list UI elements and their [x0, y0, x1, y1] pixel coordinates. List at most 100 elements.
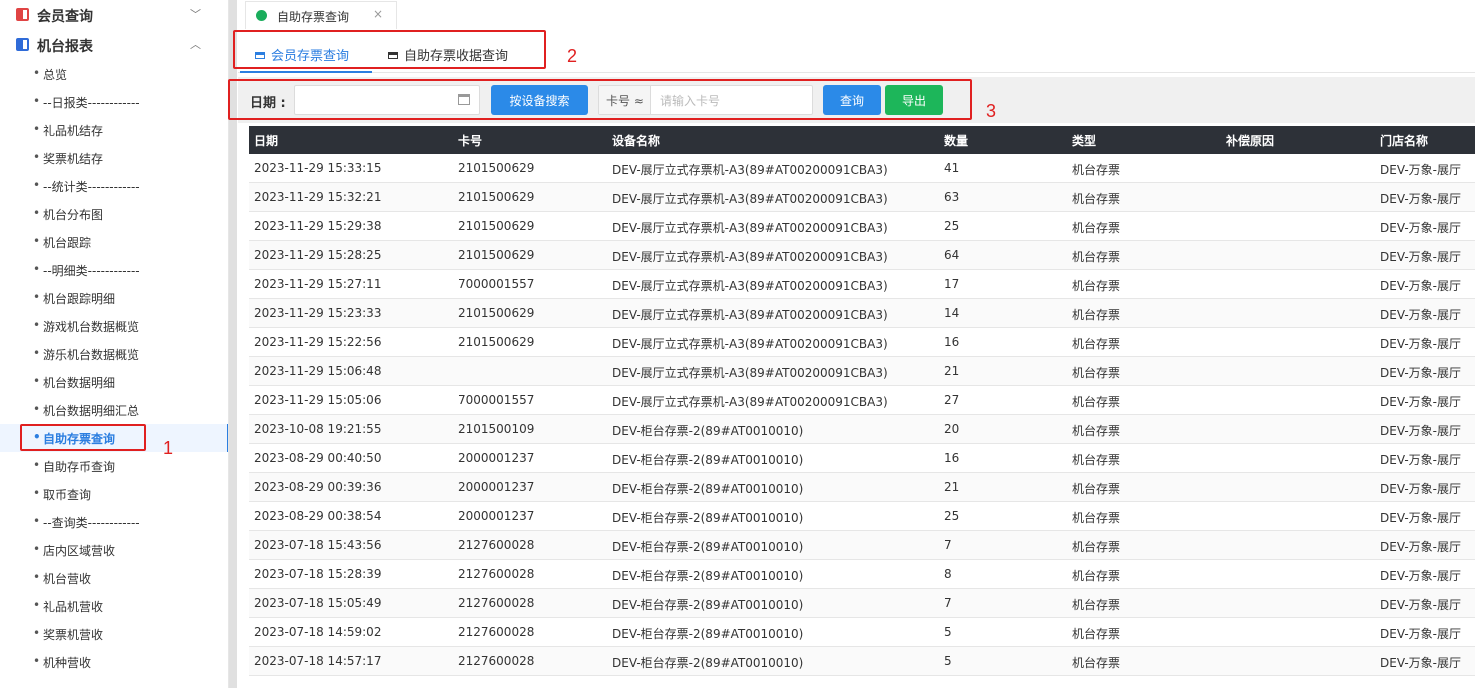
cell-card: 2101500629 — [458, 306, 535, 320]
sidebar-item[interactable]: • 礼品机结存 — [0, 116, 228, 144]
sidebar-item[interactable]: • 总览 — [0, 60, 228, 88]
column-header-device[interactable]: 设备名称 — [612, 132, 660, 149]
column-header-date[interactable]: 日期 — [254, 132, 278, 149]
tab-self-ticket-query[interactable]: 自助存票查询 × — [245, 1, 397, 29]
sidebar-item[interactable]: • 机台分布图 — [0, 200, 228, 228]
sidebar-item-label: 游乐机台数据概览 — [43, 348, 140, 362]
cell-type: 机台存票 — [1072, 453, 1121, 467]
sidebar-item[interactable]: • 奖票机结存 — [0, 144, 228, 172]
cell-quantity: 17 — [944, 277, 960, 291]
sidebar-group-machine-report[interactable]: 机台报表 ︿ — [0, 30, 228, 60]
table-row[interactable]: 2023-08-29 00:40:50 2000001237 DEV-柜台存票-2(… — [249, 444, 1475, 473]
table-row[interactable]: 2023-11-29 15:27:11 7000001557 DEV-展厅立式存票机… — [249, 270, 1475, 299]
sidebar-item[interactable]: • 机台跟踪明细 — [0, 284, 228, 312]
sidebar-item[interactable]: • --查询类------------ — [0, 508, 228, 536]
table-row[interactable]: 2023-11-29 15:05:06 7000001557 DEV-展厅立式存票机… — [249, 386, 1475, 415]
sidebar-item[interactable]: • --明细类------------ — [0, 256, 228, 284]
column-header-type[interactable]: 类型 — [1072, 132, 1096, 149]
sidebar-item[interactable]: • 礼品机营收 — [0, 592, 228, 620]
table-row[interactable]: 2023-11-29 15:32:21 2101500629 DEV-展厅立式存票机… — [249, 183, 1475, 212]
bullet-icon: • — [33, 234, 41, 248]
sidebar-item-label: 总览 — [43, 68, 68, 82]
cell-type: 机台存票 — [1072, 395, 1121, 409]
cell-date: 2023-11-29 15:29:38 — [254, 219, 382, 233]
cell-device: DEV-柜台存票-2(89#AT0010010) — [612, 627, 804, 641]
bullet-icon: • — [33, 486, 41, 500]
table-row[interactable]: 2023-07-18 15:43:56 2127600028 DEV-柜台存票-2(… — [249, 531, 1475, 560]
table-row[interactable]: 2023-10-08 19:21:55 2101500109 DEV-柜台存票-2(… — [249, 415, 1475, 444]
sidebar: 会员查询 ﹀ 机台报表 ︿ • 总览 • --日报类------------ • 礼品机结… — [0, 0, 229, 688]
column-header-store[interactable]: 门店名称 — [1380, 132, 1428, 149]
cell-device: DEV-柜台存票-2(89#AT0010010) — [612, 511, 804, 525]
table-row[interactable]: 2023-07-18 14:59:02 2127600028 DEV-柜台存票-2(… — [249, 618, 1475, 647]
table-row[interactable]: 2023-11-29 15:33:15 2101500629 DEV-展厅立式存票机… — [249, 154, 1475, 183]
sidebar-item[interactable]: • --统计类------------ — [0, 172, 228, 200]
cell-store: DEV-万象-展厅 — [1380, 569, 1461, 583]
sidebar-item[interactable]: • 游戏机台数据概览 — [0, 312, 228, 340]
sidebar-item[interactable]: • 机台数据明细 — [0, 368, 228, 396]
cell-card: 2000001237 — [458, 451, 535, 465]
cell-type: 机台存票 — [1072, 221, 1121, 235]
sidebar-item[interactable]: • 游乐机台数据概览 — [0, 340, 228, 368]
cell-quantity: 5 — [944, 625, 952, 639]
sidebar-item[interactable]: • 取币查询 — [0, 480, 228, 508]
cell-device: DEV-展厅立式存票机-A3(89#AT00200091CBA3) — [612, 192, 888, 206]
cell-date: 2023-08-29 00:39:36 — [254, 480, 382, 494]
table-row[interactable]: 2023-08-29 00:39:36 2000001237 DEV-柜台存票-2(… — [249, 473, 1475, 502]
cell-date: 2023-11-29 15:05:06 — [254, 393, 382, 407]
report-icon — [16, 38, 29, 51]
cell-quantity: 64 — [944, 248, 960, 262]
bullet-icon: • — [33, 66, 41, 80]
cell-quantity: 16 — [944, 451, 960, 465]
table-row[interactable]: 2023-11-29 15:29:38 2101500629 DEV-展厅立式存票机… — [249, 212, 1475, 241]
sidebar-item[interactable]: • 机台数据明细汇总 — [0, 396, 228, 424]
sidebar-item[interactable]: • 店内区域营收 — [0, 536, 228, 564]
sidebar-item-label: 礼品机结存 — [43, 124, 104, 138]
cell-date: 2023-07-18 14:59:02 — [254, 625, 382, 639]
table-row[interactable]: 2023-07-18 15:05:49 2127600028 DEV-柜台存票-2(… — [249, 589, 1475, 618]
sidebar-group-member[interactable]: 会员查询 ﹀ — [0, 0, 228, 30]
cell-device: DEV-展厅立式存票机-A3(89#AT00200091CBA3) — [612, 337, 888, 351]
table-row[interactable]: 2023-11-29 15:22:56 2101500629 DEV-展厅立式存票机… — [249, 328, 1475, 357]
sidebar-item[interactable]: • 机台跟踪 — [0, 228, 228, 256]
bullet-icon: • — [33, 626, 41, 640]
cell-card: 2127600028 — [458, 596, 535, 610]
column-header-quantity[interactable]: 数量 — [944, 132, 968, 149]
cell-quantity: 16 — [944, 335, 960, 349]
cell-store: DEV-万象-展厅 — [1380, 308, 1461, 322]
cell-type: 机台存票 — [1072, 192, 1121, 206]
table-row[interactable]: 2023-07-18 14:57:17 2127600028 DEV-柜台存票-2(… — [249, 647, 1475, 676]
status-dot-icon — [256, 10, 267, 21]
column-header-card[interactable]: 卡号 — [458, 132, 482, 149]
bullet-icon: • — [33, 514, 41, 528]
column-header-reason[interactable]: 补偿原因 — [1226, 132, 1274, 149]
table-row[interactable]: 2023-11-29 15:06:48 DEV-展厅立式存票机-A3(89#AT0… — [249, 357, 1475, 386]
cell-store: DEV-万象-展厅 — [1380, 511, 1461, 525]
cell-quantity: 27 — [944, 393, 960, 407]
bullet-icon: • — [33, 94, 41, 108]
sidebar-item-label: 自助存币查询 — [43, 460, 116, 474]
cell-date: 2023-08-29 00:38:54 — [254, 509, 382, 523]
cell-type: 机台存票 — [1072, 424, 1121, 438]
cell-device: DEV-展厅立式存票机-A3(89#AT00200091CBA3) — [612, 279, 888, 293]
chevron-up-icon: ︿ — [190, 38, 201, 51]
sidebar-item[interactable]: • 奖票机营收 — [0, 620, 228, 648]
bullet-icon: • — [33, 150, 41, 164]
table-row[interactable]: 2023-08-29 00:38:54 2000001237 DEV-柜台存票-2(… — [249, 502, 1475, 531]
sidebar-item-label: 礼品机营收 — [43, 600, 104, 614]
table-row[interactable]: 2023-07-18 15:28:39 2127600028 DEV-柜台存票-2(… — [249, 560, 1475, 589]
bullet-icon: • — [33, 262, 41, 276]
table-row[interactable]: 2023-11-29 15:28:25 2101500629 DEV-展厅立式存票机… — [249, 241, 1475, 270]
close-icon[interactable]: × — [373, 7, 383, 21]
cell-store: DEV-万象-展厅 — [1380, 395, 1461, 409]
cell-store: DEV-万象-展厅 — [1380, 627, 1461, 641]
cell-store: DEV-万象-展厅 — [1380, 192, 1461, 206]
cell-quantity: 41 — [944, 161, 960, 175]
sidebar-item[interactable]: • 自助存币查询 — [0, 452, 228, 480]
table-row[interactable]: 2023-11-29 15:23:33 2101500629 DEV-展厅立式存票机… — [249, 299, 1475, 328]
cell-type: 机台存票 — [1072, 250, 1121, 264]
sidebar-item-label: --统计类------------ — [43, 180, 140, 194]
sidebar-item[interactable]: • 机台营收 — [0, 564, 228, 592]
sidebar-item[interactable]: • 机种营收 — [0, 648, 228, 676]
sidebar-item[interactable]: • --日报类------------ — [0, 88, 228, 116]
